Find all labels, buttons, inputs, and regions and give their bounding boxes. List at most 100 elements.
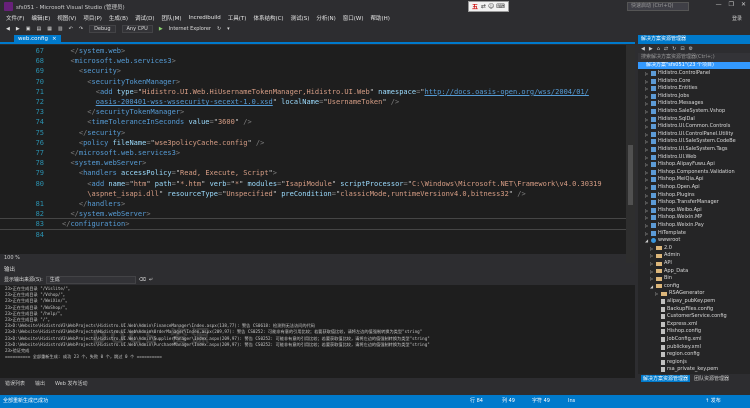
publish-button[interactable]: ↑ 发布 [705, 395, 721, 408]
tab-error-list[interactable]: 错误列表 [5, 380, 25, 387]
menu-tools[interactable]: 工具(T) [228, 14, 247, 22]
clear-all-icon[interactable]: ⌫ [139, 277, 146, 283]
code-line[interactable]: 76 <policy fileName="wse3policyCache.con… [0, 138, 626, 148]
menu-test[interactable]: 测试(S) [291, 14, 310, 22]
maximize-button[interactable]: ❐ [729, 1, 734, 8]
quick-launch-input[interactable]: 快速启动 (Ctrl+Q) [627, 2, 689, 11]
code-line[interactable]: 71 <add type="Hidistro.UI.Web.HiUsername… [0, 87, 626, 97]
solution-item[interactable]: ▷ RSAGenerator [655, 290, 704, 297]
menu-debug[interactable]: 调试(D) [135, 14, 155, 22]
expand-arrow-icon[interactable]: ▷ [645, 184, 649, 191]
save-all-icon[interactable]: ▥ [58, 26, 63, 32]
refresh-icon[interactable]: ↻ [217, 26, 221, 32]
tab-output[interactable]: 输出 [35, 380, 45, 387]
code-line[interactable]: 70 <securityTokenManager> [0, 77, 626, 87]
solution-item[interactable]: ▷ Hidistro.Messages [645, 100, 703, 107]
output-source-select[interactable]: 生成 [45, 275, 136, 284]
solution-item[interactable]: ▷ App_Data [650, 268, 688, 275]
solution-item[interactable]: ▷ Hidistro.Core [645, 78, 690, 85]
tab-team-explorer[interactable]: 团队资源管理器 [694, 375, 729, 382]
expand-arrow-icon[interactable]: ▷ [645, 123, 649, 130]
menu-incredibuild[interactable]: Incredibuild [189, 15, 221, 21]
solution-item[interactable]: ▷ Hidistro.UI.Web [645, 154, 696, 161]
output-window[interactable]: 23>正在生成目录 "/Vislite/"。 23>正在生成目录 "/Vshop/… [0, 285, 635, 378]
solution-item[interactable]: ▷ Hidistro.Jobs [645, 93, 689, 100]
menu-build[interactable]: 生成(B) [109, 14, 128, 22]
solution-item[interactable]: ▷ Hishop.Weixin.Pay [645, 222, 704, 229]
menu-help[interactable]: 帮助(H) [371, 14, 390, 22]
collapse-all-icon[interactable]: ⊟ [680, 46, 684, 52]
expand-arrow-icon[interactable]: ▷ [645, 214, 649, 221]
code-editor[interactable]: 67 </system.web> 68 <microsoft.web.servic… [0, 45, 635, 263]
expand-arrow-icon[interactable]: ▷ [650, 252, 654, 259]
expand-arrow-icon[interactable]: ▷ [645, 161, 649, 168]
zoom-level[interactable]: 100 % [0, 254, 626, 263]
solution-item[interactable]: ▷ Hishop.MeiQia.Api [645, 176, 704, 183]
back-icon[interactable]: ◀ [6, 26, 10, 32]
expand-arrow-icon[interactable]: ▷ [645, 176, 649, 183]
properties-icon[interactable]: ⚙ [689, 46, 693, 52]
solution-item[interactable]: ▷ Hishop.TransferManager [645, 199, 719, 206]
code-line[interactable]: 84 [0, 230, 626, 240]
editor-vertical-scrollbar[interactable] [626, 45, 635, 263]
expand-arrow-icon[interactable]: ▷ [645, 116, 649, 123]
solution-item[interactable]: ▷ 2.0 [650, 245, 672, 252]
code-line[interactable]: 80 <add name="htm" path="*.htm" verb="*"… [0, 179, 626, 189]
code-line[interactable]: 81 </handlers> [0, 199, 626, 209]
solution-item[interactable]: alipay_pubKey.pem [655, 298, 715, 305]
solution-item[interactable]: ▷ Hidistro.UI.SaleSystem.CodeBe [645, 138, 736, 145]
expand-arrow-icon[interactable]: ◢ [650, 283, 654, 290]
tab-web-publish[interactable]: Web 发布活动 [55, 380, 88, 387]
expand-arrow-icon[interactable]: ▷ [645, 222, 649, 229]
code-line[interactable]: 82 </system.webServer> [0, 209, 626, 219]
menu-project[interactable]: 项目(P) [83, 14, 102, 22]
expand-arrow-icon[interactable]: ▷ [645, 85, 649, 92]
expand-arrow-icon[interactable]: ▷ [645, 93, 649, 100]
solution-item[interactable]: ▷ Hishop.AlipayFuwu.Api [645, 161, 715, 168]
run-icon[interactable]: ▶ [159, 26, 163, 32]
code-line[interactable]: 74 <timeToleranceInSeconds value="3600" … [0, 117, 626, 127]
solution-item[interactable]: ▷ Hidistro.SqlDal [645, 116, 695, 123]
expand-arrow-icon[interactable]: ▷ [645, 131, 649, 138]
solution-item[interactable]: ▷ Hidistro.ControlPanel [645, 70, 710, 77]
solution-item[interactable]: BackupFiles.config [655, 306, 713, 313]
expand-arrow-icon[interactable]: ▷ [645, 100, 649, 107]
expand-arrow-icon[interactable]: ▷ [645, 108, 649, 115]
solution-item[interactable]: CustomerService.config [655, 313, 727, 320]
tab-web-config[interactable]: web.config × [14, 35, 61, 44]
solution-search-input[interactable]: 搜索解决方案资源管理器(Ctrl+;) [638, 53, 750, 62]
platform-select[interactable]: Any CPU [121, 25, 153, 33]
word-wrap-icon[interactable]: ↵ [149, 277, 153, 283]
back-icon[interactable]: ◀ [641, 46, 645, 52]
code-line[interactable]: 68 <microsoft.web.services3> [0, 56, 626, 66]
ime-toolbar[interactable]: 五 ⇄ ☺ ⌨ [468, 1, 509, 12]
solution-item[interactable]: publickey.xml [655, 344, 701, 351]
code-line[interactable]: 78 <system.webServer> [0, 158, 626, 168]
code-line[interactable]: 69 <security> [0, 66, 626, 76]
solution-item[interactable]: ▷ Hidistro.SaleSystem.Vshop [645, 108, 725, 115]
new-project-icon[interactable]: ▣ [26, 26, 31, 32]
code-line[interactable]: 73 </securityTokenManager> [0, 107, 626, 117]
solution-item[interactable]: ▷ Hidistro.Entities [645, 85, 698, 92]
solution-item[interactable]: ▷ Bin [650, 275, 672, 282]
expand-arrow-icon[interactable]: ▷ [645, 207, 649, 214]
close-button[interactable]: ✕ [741, 1, 746, 8]
expand-arrow-icon[interactable]: ▷ [645, 154, 649, 161]
expand-arrow-icon[interactable]: ▷ [645, 169, 649, 176]
expand-arrow-icon[interactable]: ▷ [645, 199, 649, 206]
solution-item[interactable]: Hishop.config [655, 328, 701, 335]
ime-mode-label[interactable]: 五 [472, 2, 478, 11]
home-icon[interactable]: ⌂ [657, 46, 660, 52]
ime-icons[interactable]: ⇄ ☺ ⌨ [481, 3, 505, 10]
solution-item[interactable]: ◢ wwwroot [645, 237, 680, 244]
tab-close-icon[interactable]: × [52, 35, 57, 44]
code-line[interactable]: 67 </system.web> [0, 46, 626, 56]
undo-icon[interactable]: ↶ [69, 26, 73, 32]
expand-arrow-icon[interactable]: ▷ [645, 146, 649, 153]
expand-arrow-icon[interactable]: ▷ [645, 230, 649, 237]
solution-item[interactable]: rsa_private_key.pem [655, 366, 718, 373]
solution-item[interactable]: ▷ Hishop.Plugins [645, 192, 695, 199]
open-icon[interactable]: ▤ [36, 26, 41, 32]
menu-analyze[interactable]: 分析(N) [316, 14, 335, 22]
tab-solution-explorer[interactable]: 解决方案资源管理器 [641, 375, 691, 382]
